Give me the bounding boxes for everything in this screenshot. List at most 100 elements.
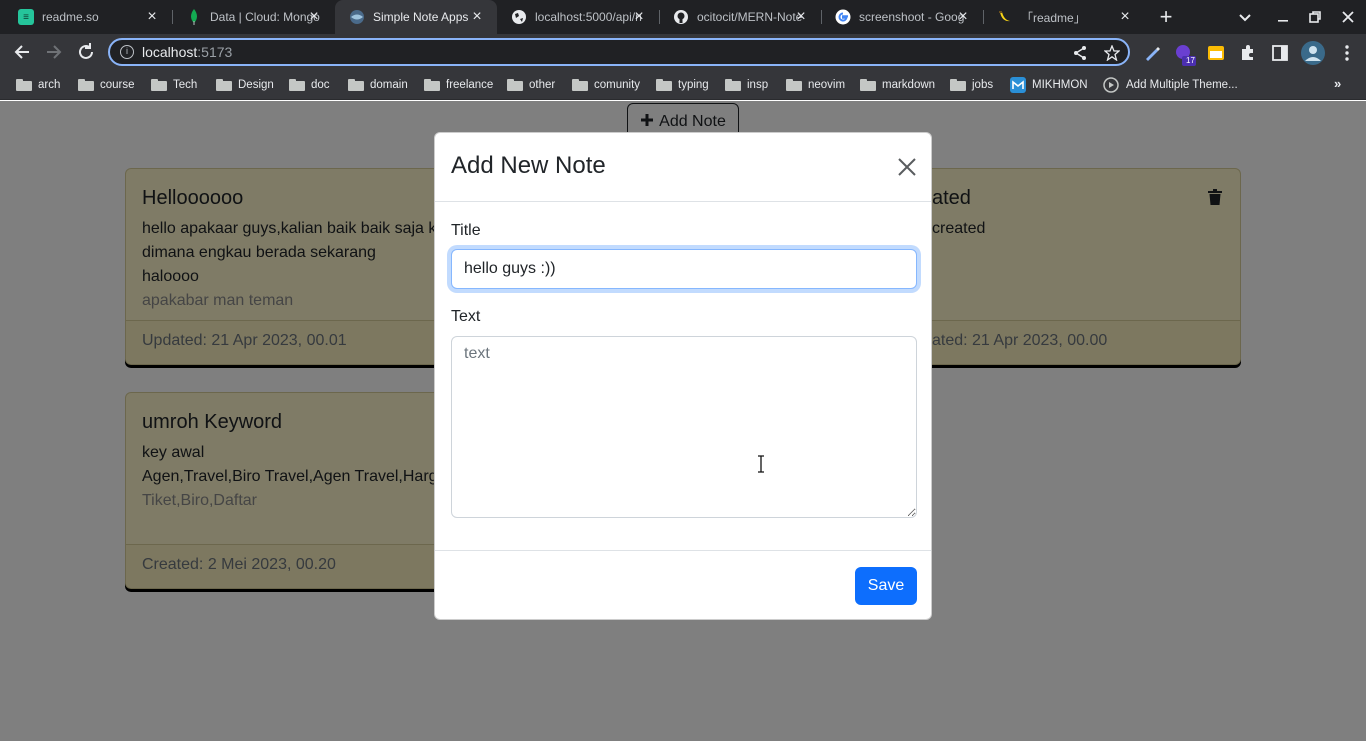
- modal-footer: Save: [435, 550, 931, 620]
- tab-github[interactable]: ocitocit/MERN-Note ×: [659, 0, 821, 34]
- bookmark-label: typing: [678, 79, 709, 91]
- tab-label: readme.so: [42, 10, 99, 24]
- tab-search-chevron-icon[interactable]: [1236, 8, 1254, 26]
- bookmarks-bar: arch course Tech Design doc domain freel…: [0, 70, 1366, 100]
- side-panel-icon[interactable]: [1270, 43, 1290, 63]
- share-icon[interactable]: [1072, 45, 1088, 61]
- address-bar[interactable]: i localhost:5173: [108, 38, 1130, 66]
- bookmark-folder[interactable]: arch: [16, 77, 60, 93]
- bookmark-folder[interactable]: typing: [656, 77, 709, 93]
- restore-icon[interactable]: [1306, 8, 1324, 26]
- google-icon: [835, 9, 851, 25]
- folder-icon: [289, 79, 305, 91]
- folder-icon: [656, 79, 672, 91]
- bookmark-add-multiple-theme[interactable]: Add Multiple Theme...: [1103, 77, 1238, 93]
- modal-title: Add New Note: [451, 152, 606, 179]
- forward-arrow-icon[interactable]: [43, 41, 65, 63]
- reload-icon[interactable]: [75, 41, 97, 63]
- tab-readme[interactable]: 「readme」 ×: [983, 0, 1145, 34]
- title-field-label: Title: [451, 222, 481, 239]
- folder-icon: [424, 79, 440, 91]
- folder-icon: [786, 79, 802, 91]
- bookmark-folder[interactable]: comunity: [572, 77, 640, 93]
- tab-simple-note-apps[interactable]: Simple Note Apps ×: [335, 0, 497, 34]
- bookmark-folder[interactable]: doc: [289, 77, 330, 93]
- add-note-modal: Add New Note Title Text Save: [434, 132, 932, 620]
- close-tab-icon[interactable]: ×: [1117, 9, 1133, 25]
- tab-localhost-api[interactable]: localhost:5000/api/n ×: [497, 0, 659, 34]
- title-input[interactable]: [451, 249, 917, 289]
- folder-icon: [348, 79, 364, 91]
- close-tab-icon[interactable]: ×: [144, 9, 160, 25]
- bookmark-star-icon[interactable]: [1103, 44, 1121, 62]
- bookmark-label: other: [529, 79, 556, 91]
- bookmarks-overflow-icon[interactable]: »: [1334, 76, 1341, 91]
- text-field-label: Text: [451, 308, 481, 325]
- text-cursor-icon: [757, 455, 765, 473]
- folder-icon: [725, 79, 741, 91]
- close-window-icon[interactable]: [1339, 8, 1357, 26]
- close-tab-icon[interactable]: ×: [306, 9, 322, 25]
- site-info-icon[interactable]: i: [120, 45, 134, 59]
- extension-badge-icon[interactable]: 17: [1174, 43, 1196, 66]
- bookmark-label: doc: [311, 79, 330, 91]
- theme-extension-icon: [1103, 77, 1119, 93]
- github-icon: [673, 9, 689, 25]
- folder-icon: [860, 79, 876, 91]
- extension-badge-count: 17: [1186, 56, 1195, 65]
- back-arrow-icon[interactable]: [11, 41, 33, 63]
- bookmark-folder[interactable]: course: [78, 77, 135, 93]
- address-url: localhost:5173: [142, 44, 233, 60]
- tab-label: 「readme」: [1021, 10, 1086, 25]
- close-tab-icon[interactable]: ×: [469, 9, 485, 25]
- bookmark-folder[interactable]: domain: [348, 77, 408, 93]
- folder-icon: [216, 79, 232, 91]
- folder-icon: [572, 79, 588, 91]
- tab-strip: ≡ readme.so × Data | Cloud: MongoD × Sim…: [0, 0, 1366, 34]
- notes-extension-icon[interactable]: [1206, 43, 1226, 63]
- pen-extension-icon[interactable]: [1142, 43, 1162, 63]
- save-button[interactable]: Save: [855, 567, 917, 605]
- bookmark-mikhmon[interactable]: MIKHMON: [1010, 77, 1088, 93]
- tab-mongodb[interactable]: Data | Cloud: MongoD ×: [172, 0, 334, 34]
- close-icon[interactable]: [897, 157, 917, 177]
- bookmark-label: MIKHMON: [1032, 79, 1088, 91]
- profile-avatar[interactable]: [1300, 40, 1326, 66]
- close-tab-icon[interactable]: ×: [955, 9, 971, 25]
- tab-label: screenshoot - Goog: [859, 10, 965, 24]
- folder-icon: [950, 79, 966, 91]
- bookmark-label: insp: [747, 79, 769, 91]
- bookmark-folder[interactable]: jobs: [950, 77, 993, 93]
- close-tab-icon[interactable]: ×: [793, 9, 809, 25]
- globe-app-icon: [349, 9, 365, 25]
- folder-icon: [78, 79, 94, 91]
- folder-icon: [16, 79, 32, 91]
- bookmark-label: Add Multiple Theme...: [1126, 79, 1238, 91]
- bookmark-folder[interactable]: markdown: [860, 77, 935, 93]
- bookmark-folder[interactable]: Tech: [151, 77, 197, 93]
- mongodb-leaf-icon: [186, 9, 202, 25]
- bookmark-label: Tech: [173, 79, 198, 91]
- bookmark-folder[interactable]: freelance: [424, 77, 493, 93]
- tab-google-search[interactable]: screenshoot - Goog ×: [821, 0, 983, 34]
- readme-so-icon: ≡: [18, 9, 34, 25]
- bookmark-folder[interactable]: neovim: [786, 77, 845, 93]
- chrome-menu-icon[interactable]: [1337, 43, 1357, 63]
- minimize-icon[interactable]: [1274, 8, 1292, 26]
- bookmark-label: arch: [38, 79, 61, 91]
- bookmark-folder[interactable]: insp: [725, 77, 768, 93]
- bookmark-label: neovim: [808, 79, 846, 91]
- tab-readme-so[interactable]: ≡ readme.so ×: [4, 0, 172, 34]
- globe-icon: [511, 9, 527, 25]
- folder-icon: [507, 79, 523, 91]
- new-tab-button[interactable]: +: [1156, 6, 1176, 28]
- bookmark-folder[interactable]: Design: [216, 77, 274, 93]
- bookmark-folder[interactable]: other: [507, 77, 555, 93]
- bookmark-label: Design: [238, 79, 274, 91]
- text-textarea[interactable]: [451, 336, 917, 518]
- tab-label: localhost:5000/api/n: [535, 10, 642, 24]
- bookmark-label: domain: [370, 79, 408, 91]
- close-tab-icon[interactable]: ×: [631, 9, 647, 25]
- extensions-puzzle-icon[interactable]: [1238, 43, 1258, 63]
- banana-icon: [997, 9, 1013, 25]
